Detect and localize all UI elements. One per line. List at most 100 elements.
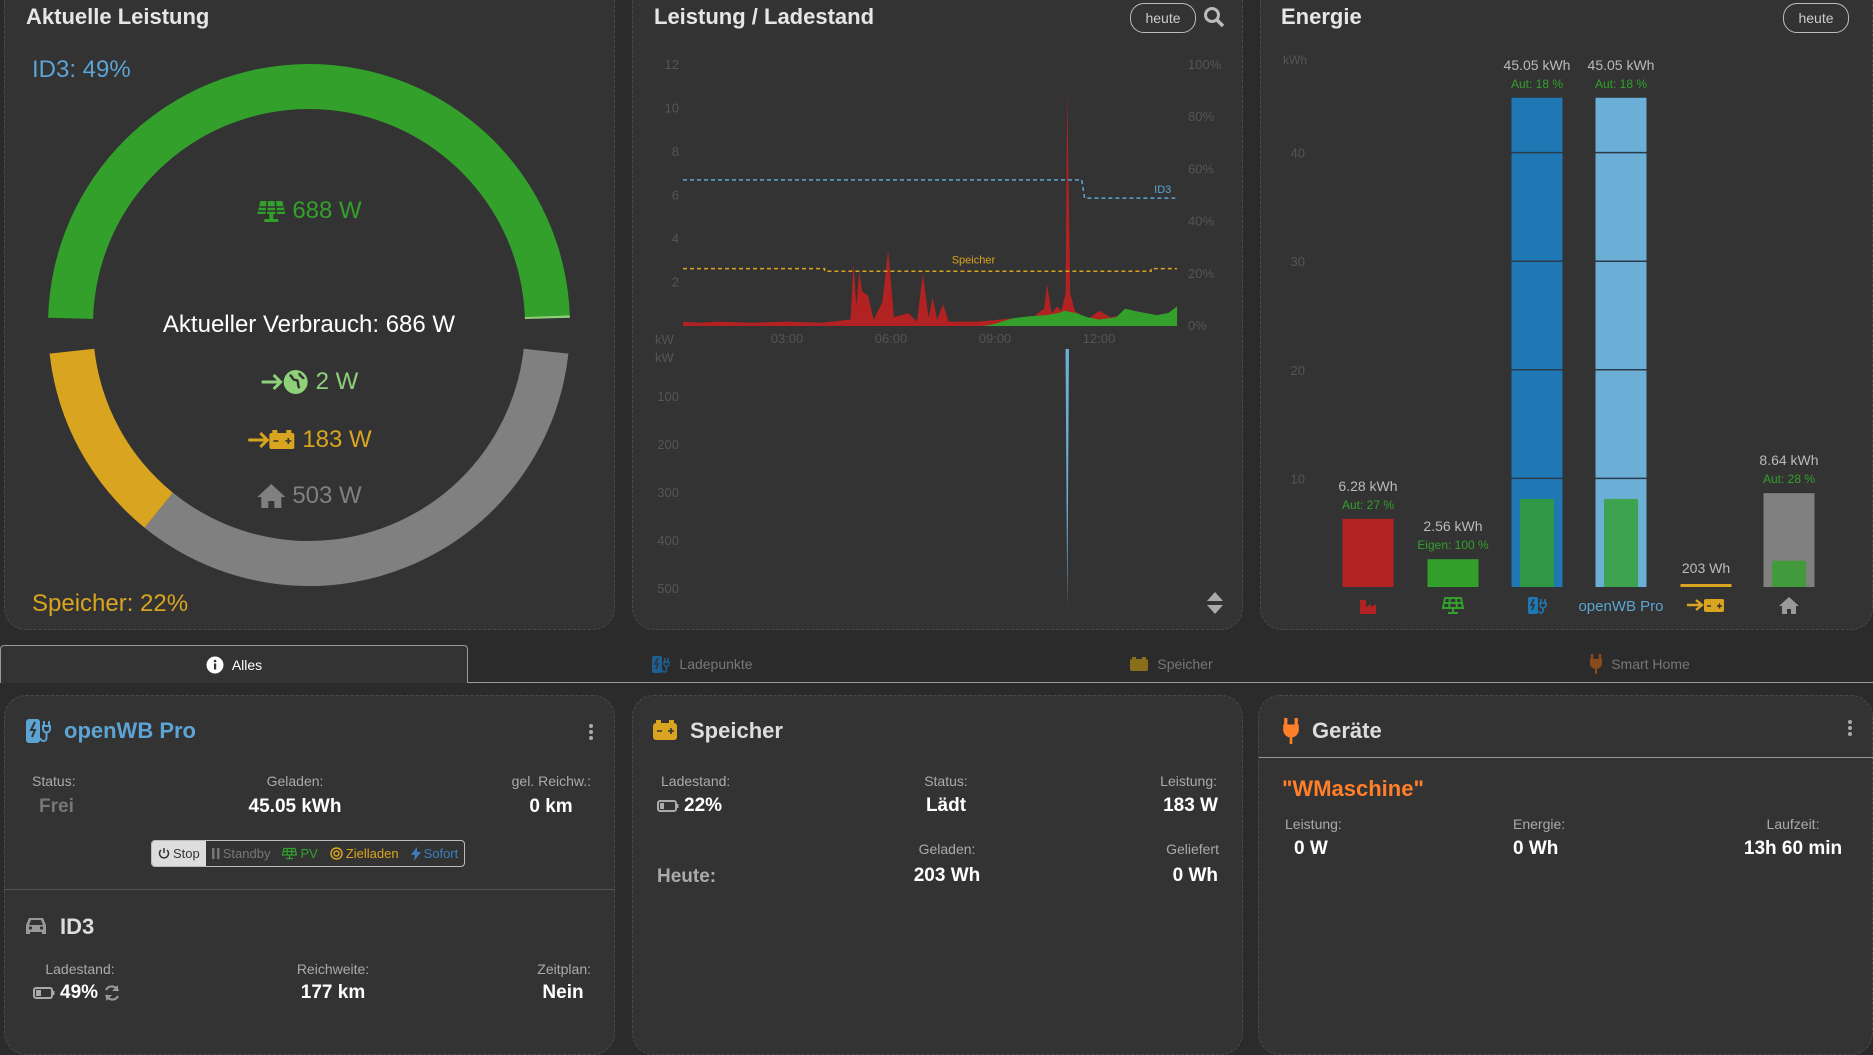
house-icon	[1779, 597, 1799, 614]
chart-range-button[interactable]: heute	[1130, 3, 1196, 33]
bar-autarky-house	[1772, 560, 1806, 587]
grid-power-value: 2 W	[315, 368, 359, 395]
charging-station-icon	[26, 719, 51, 743]
tab-smart-home[interactable]: Smart Home	[1406, 645, 1873, 683]
bar-autarky-chargepoints	[1520, 498, 1554, 587]
x-tick-label: 09:00	[979, 331, 1012, 346]
donut-segment-pv	[48, 63, 570, 319]
donut-segment-battery	[49, 348, 173, 528]
pause-icon	[211, 848, 220, 859]
vehicle-soc-value: 49%	[60, 982, 99, 1003]
mode-target-button[interactable]: Zielladen	[324, 842, 405, 866]
vehicle-soc-label: Ladestand:	[45, 961, 115, 977]
mode-pv-button[interactable]: PV	[276, 842, 323, 866]
y-axis-unit: kW	[655, 350, 675, 365]
bar-sub-label: Aut: 28 %	[1763, 472, 1815, 486]
lower-area-series-chargepoint	[1065, 349, 1069, 609]
pv-power: 688 W	[256, 197, 362, 225]
device-name[interactable]: "WMaschine"	[1282, 776, 1424, 802]
device-runtime-label: Laufzeit:	[1766, 816, 1820, 832]
device-energy-label: Energie:	[1513, 816, 1566, 832]
card-divider	[4, 889, 615, 890]
battery-delivered-value: 0 Wh	[1172, 865, 1218, 886]
status-value: Frei	[39, 796, 74, 817]
vehicle-name[interactable]: ID3	[60, 914, 94, 940]
power-chart-title: Leistung / Ladestand	[654, 4, 875, 29]
bar-pv	[1427, 559, 1479, 587]
bar-battery	[1680, 584, 1732, 587]
devices-card	[1258, 695, 1873, 1055]
tab-speicher[interactable]: Speicher	[936, 645, 1406, 683]
soc-line-label: Speicher	[952, 255, 996, 267]
y2-tick-label: 40%	[1188, 214, 1214, 229]
search-icon[interactable]	[1203, 6, 1225, 28]
sort-icon[interactable]	[1205, 591, 1225, 615]
bar-value-label: 203 Wh	[1682, 560, 1730, 576]
bar-value-label: 45.05 kWh	[1588, 57, 1655, 73]
pv-power-value: 688 W	[292, 197, 362, 224]
y2-tick-label: 100%	[1188, 57, 1222, 72]
chargepoint-menu-button[interactable]	[588, 722, 594, 742]
plug-icon	[1590, 654, 1603, 674]
lower-y-tick-label: 100	[657, 389, 679, 404]
y-tick-label: 6	[672, 188, 679, 203]
tab-alles[interactable]: Alles	[0, 645, 468, 683]
tab-label: Alles	[231, 656, 263, 673]
solar-panel-icon	[282, 847, 298, 860]
mode-stop-button[interactable]: Stop	[152, 841, 206, 866]
house-power-value: 503 W	[292, 482, 362, 509]
y2-tick-label: 0%	[1188, 318, 1207, 333]
bar-category-label: openWB Pro	[1578, 598, 1663, 615]
mode-standby-button[interactable]: Standby	[206, 842, 277, 866]
car-icon	[26, 918, 46, 934]
device-power-value: 0 W	[1294, 838, 1328, 859]
y-axis-unit: kW	[655, 332, 675, 347]
refresh-icon[interactable]	[103, 984, 121, 1002]
grid-power: 2 W	[260, 368, 359, 396]
y-tick-label: 4	[672, 231, 679, 246]
y-tick-label: 10	[665, 101, 679, 116]
soc-line-id3	[683, 179, 1178, 199]
area-series-pv	[983, 306, 1178, 326]
mode-label: Standby	[222, 846, 271, 861]
house-icon	[257, 484, 286, 508]
power-icon	[158, 848, 170, 859]
bar-value-label: 8.64 kWh	[1759, 452, 1818, 468]
tab-ladepunkte[interactable]: Ladepunkte	[468, 645, 936, 683]
battery-charged-value: 203 Wh	[913, 865, 981, 886]
lower-y-tick-label: 500	[657, 581, 679, 596]
grid-import-icon	[261, 370, 308, 394]
bar-sub-label: Eigen: 100 %	[1417, 538, 1489, 552]
house-power: 503 W	[256, 482, 362, 510]
y-tick-label: 2	[672, 275, 679, 290]
mode-label: Zielladen	[345, 846, 399, 861]
battery-power-value: 183 W	[302, 426, 372, 453]
bar-sub-label: Aut: 18 %	[1595, 77, 1647, 91]
battery-power-label: Leistung:	[1160, 773, 1217, 789]
vehicle-soc-row: 49%	[33, 982, 121, 1004]
bolt-icon	[410, 846, 421, 861]
battery-icon	[653, 720, 677, 740]
energy-bar-chart: kWh 10 20 30 40 6.28 kWh Aut: 27 % 2.56 kWh Eige…	[1283, 53, 1819, 615]
y2-tick-label: 60%	[1188, 161, 1214, 176]
power-soc-chart: 2 4 6 8 10 12 0% 20% 40% 60% 80% 100% 03:00 06:00 09:0…	[655, 57, 1222, 609]
mode-instant-button[interactable]: Sofort	[405, 842, 465, 866]
soc-line-speicher	[683, 267, 1178, 272]
chargepoint-name[interactable]: openWB Pro	[64, 718, 196, 744]
y-tick-label: 30	[1291, 254, 1305, 269]
battery-charge-icon	[1687, 599, 1724, 612]
vehicle-plan-value: Nein	[542, 982, 584, 1003]
solar-panel-icon	[257, 200, 286, 222]
bar-value-label: 45.05 kWh	[1504, 57, 1571, 73]
device-runtime-value: 13h 60 min	[1743, 838, 1843, 859]
y-tick-label: 10	[1291, 471, 1305, 486]
lower-y-tick-label: 300	[657, 485, 679, 500]
battery-charged-label: Geladen:	[918, 841, 976, 857]
info-icon	[206, 656, 224, 673]
devices-menu-button[interactable]	[1847, 718, 1853, 738]
target-icon	[330, 847, 343, 860]
range-label: gel. Reichw.:	[511, 773, 591, 789]
battery-soc-value: 22%	[684, 795, 723, 816]
today-label: Heute:	[657, 866, 717, 887]
card-divider	[1259, 757, 1873, 758]
